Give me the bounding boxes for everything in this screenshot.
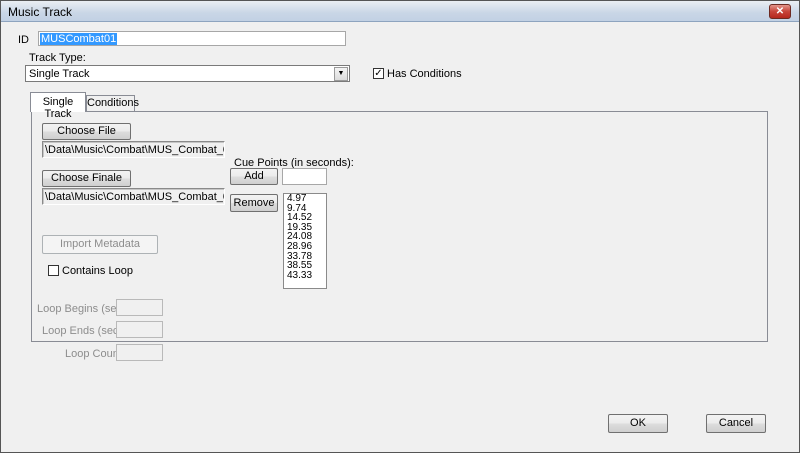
cue-points-list[interactable]: 4.97 9.74 14.52 19.35 24.08 28.96 33.78 … [283,193,327,289]
id-label: ID [18,34,29,46]
file-path-field: \Data\Music\Combat\MUS_Combat_01.wav [42,141,225,158]
cancel-button[interactable]: Cancel [706,414,766,433]
add-cue-button[interactable]: Add [230,168,278,185]
title-bar: Music Track ✕ [1,1,799,22]
tab-conditions[interactable]: Conditions [86,95,139,111]
has-conditions-checkbox[interactable]: ✓ [373,68,384,79]
window-title: Music Track [8,5,73,19]
contains-loop-checkbox[interactable] [48,265,59,276]
list-item[interactable]: 43.33 [284,270,326,281]
choose-file-button[interactable]: Choose File [42,123,131,140]
track-type-select[interactable]: Single Track ▼ [25,65,350,82]
track-type-label: Track Type: [29,52,86,64]
loop-count-field[interactable] [116,344,163,361]
close-icon[interactable]: ✕ [769,4,791,19]
id-value: MUSCombat01 [40,33,118,45]
loop-begins-field[interactable] [116,299,163,316]
music-track-dialog: Music Track ✕ ID MUSCombat01 Track Type:… [0,0,800,453]
has-conditions-label: Has Conditions [387,68,462,80]
finale-path-field: \Data\Music\Combat\MUS_Combat_01_Fina [42,188,225,205]
ok-button[interactable]: OK [608,414,668,433]
cue-point-input[interactable] [282,168,327,185]
choose-finale-button[interactable]: Choose Finale [42,170,131,187]
id-field[interactable]: MUSCombat01 [38,31,346,46]
import-metadata-button[interactable]: Import Metadata [42,235,158,254]
remove-cue-button[interactable]: Remove [230,194,278,212]
tab-conditions-label: Conditions [87,97,139,109]
loop-ends-field[interactable] [116,321,163,338]
tab-single-track-label: Single Track [42,96,74,120]
track-type-value: Single Track [29,68,90,80]
contains-loop-label: Contains Loop [62,265,133,277]
tab-single-track[interactable]: Single Track [30,92,86,120]
chevron-down-icon[interactable]: ▼ [334,67,348,81]
